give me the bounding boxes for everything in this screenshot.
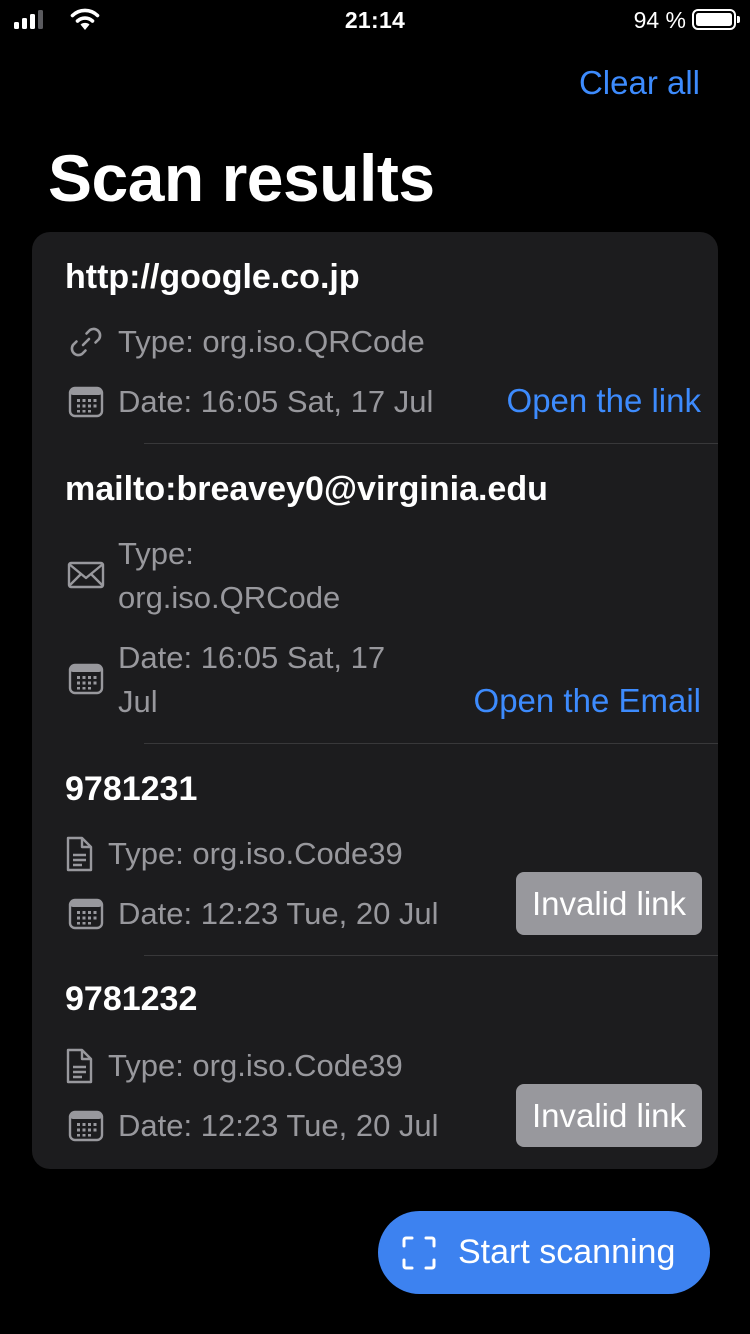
scan-icon — [402, 1236, 436, 1269]
invalid-link-button[interactable]: Invalid link — [516, 1084, 702, 1147]
result-date: Date: 12:23 Tue, 20 Jul — [66, 1104, 439, 1148]
result-content: http://google.co.jp — [65, 258, 360, 296]
result-item[interactable]: 9781232 Type: org.iso.Code39 Date: 12:23… — [32, 956, 718, 1169]
clear-all-button[interactable]: Clear all — [579, 64, 700, 102]
result-date-text: Date: 16:05 Sat, 17 Jul — [118, 640, 386, 719]
result-type: Type: org.iso.QRCode — [66, 320, 425, 364]
page-title: Scan results — [48, 141, 435, 215]
result-date: Date: 16:05 Sat, 17 Jul — [66, 636, 385, 724]
start-scanning-button[interactable]: Start scanning — [378, 1211, 710, 1294]
document-icon — [62, 1046, 96, 1086]
result-type: Type: org.iso.Code39 — [62, 832, 403, 876]
status-bar: 21:14 94 % — [0, 0, 750, 40]
result-type: Type: org.iso.Code39 — [62, 1044, 403, 1088]
scan-results-screen: 21:14 94 % Clear all Scan results http:/… — [0, 0, 750, 1334]
result-item[interactable]: mailto:breavey0@virginia.edu Type: org.i… — [32, 444, 718, 744]
result-type-text: Type: org.iso.QRCode — [118, 536, 341, 615]
result-date-text: Date: 16:05 Sat, 17 Jul — [118, 384, 434, 419]
calendar-icon — [66, 659, 106, 699]
calendar-icon — [66, 894, 106, 934]
battery-icon — [692, 9, 740, 30]
result-date: Date: 12:23 Tue, 20 Jul — [66, 892, 439, 936]
mail-icon — [66, 555, 106, 595]
result-content: mailto:breavey0@virginia.edu — [65, 470, 548, 508]
result-date-text: Date: 12:23 Tue, 20 Jul — [118, 896, 439, 931]
calendar-icon — [66, 1106, 106, 1146]
results-list: http://google.co.jp Type: org.iso.QRCode — [32, 232, 718, 1169]
result-type-text: Type: org.iso.Code39 — [108, 836, 403, 871]
result-type-text: Type: org.iso.QRCode — [118, 324, 425, 359]
open-email-button[interactable]: Open the Email — [474, 682, 701, 720]
link-icon — [66, 322, 106, 362]
result-type-text: Type: org.iso.Code39 — [108, 1048, 403, 1083]
result-item[interactable]: 9781231 Type: org.iso.Code39 Date: 12:23… — [32, 744, 718, 956]
result-type: Type: org.iso.QRCode — [66, 532, 340, 620]
calendar-icon — [66, 382, 106, 422]
invalid-link-button[interactable]: Invalid link — [516, 872, 702, 935]
result-date: Date: 16:05 Sat, 17 Jul — [66, 380, 433, 424]
document-icon — [62, 834, 96, 874]
start-scanning-label: Start scanning — [458, 1233, 676, 1271]
result-content: 9781231 — [65, 770, 198, 808]
result-item[interactable]: http://google.co.jp Type: org.iso.QRCode — [32, 232, 718, 444]
battery-percent: 94 % — [633, 7, 686, 33]
result-date-text: Date: 12:23 Tue, 20 Jul — [118, 1108, 439, 1143]
result-content: 9781232 — [65, 980, 198, 1018]
open-link-button[interactable]: Open the link — [507, 382, 701, 420]
